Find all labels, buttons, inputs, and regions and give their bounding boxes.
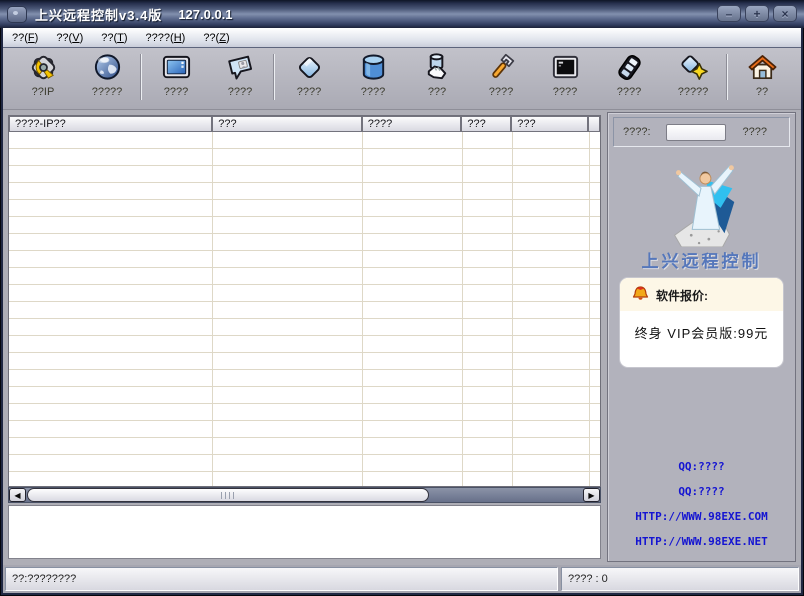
grid-line <box>589 132 590 486</box>
toolbar-button-home[interactable]: ?? <box>731 52 793 98</box>
toolbar-separator <box>274 54 275 100</box>
menu-file[interactable]: ??(F) <box>3 30 47 46</box>
toolbar-label: ??IP <box>32 86 55 98</box>
port-label: ????: <box>623 126 651 138</box>
chat-icon <box>224 52 257 83</box>
toolbar-button-chat[interactable]: ???? <box>209 52 271 98</box>
website-link-net[interactable]: HTTP://WWW.98EXE.NET <box>608 535 795 548</box>
price-header-row: 软件报价: <box>620 278 783 311</box>
website-link-com[interactable]: HTTP://WWW.98EXE.COM <box>608 510 795 523</box>
status-right: ???? : 0 <box>561 567 799 591</box>
toolbar-button-screen[interactable]: ???? <box>145 52 207 98</box>
menu-view[interactable]: ??(V) <box>47 30 92 46</box>
price-box: 软件报价: 终身 VIP会员版:99元 <box>619 277 784 368</box>
toolbar-button-uninstall[interactable]: ??? <box>406 52 468 98</box>
column-header-6[interactable] <box>588 116 600 132</box>
toolbar-button-ip[interactable]: ??IP <box>12 52 74 98</box>
column-header-2[interactable]: ??? <box>212 116 361 132</box>
qq-link-2[interactable]: QQ:???? <box>608 485 795 498</box>
app-icon <box>7 6 27 23</box>
hand-file-icon <box>421 52 454 83</box>
scroll-left-arrow-icon[interactable]: ◀ <box>9 488 26 502</box>
toolbar-button-services[interactable]: ????? <box>662 52 724 98</box>
screen-icon <box>160 52 193 83</box>
column-header-5[interactable]: ??? <box>511 116 588 132</box>
toolbar-separator <box>141 54 142 100</box>
statusbar: ??:???????? ???? : 0 <box>3 565 801 593</box>
menu-exit[interactable]: ??(Z) <box>194 30 238 46</box>
right-panel: ????: ???? <box>607 112 796 562</box>
toolbar-button-database[interactable]: ???? <box>342 52 404 98</box>
port-box: ????: ???? <box>613 117 790 147</box>
toolbar-label: ???? <box>228 86 252 98</box>
column-header-ip[interactable]: ????-IP?? <box>9 116 212 132</box>
toolbar-button-keyboard[interactable]: ???? <box>598 52 660 98</box>
scrollbar-thumb[interactable] <box>27 488 429 502</box>
globe-icon <box>91 52 124 83</box>
toolbar-label: ?? <box>756 86 768 98</box>
column-header-4[interactable]: ??? <box>461 116 511 132</box>
toolbar-label: ???? <box>297 86 321 98</box>
window-controls: – + × <box>717 5 797 22</box>
toolbar-button-settings[interactable]: ???? <box>470 52 532 98</box>
window-title: 上兴远程控制v3.4版 <box>35 5 162 24</box>
home-icon <box>746 52 779 83</box>
port-input[interactable] <box>666 124 726 141</box>
toolbar-label: ????? <box>678 86 709 98</box>
grid-line <box>212 132 213 486</box>
toolbar-label: ???? <box>553 86 577 98</box>
close-button[interactable]: × <box>773 5 797 22</box>
toolbar-button-online[interactable]: ????? <box>76 52 138 98</box>
client-table-body[interactable] <box>9 132 600 486</box>
gear-ip-icon <box>27 52 60 83</box>
minimize-button[interactable]: – <box>717 5 741 22</box>
toolbar-button-plugin[interactable]: ???? <box>278 52 340 98</box>
bell-icon <box>632 285 649 305</box>
app-body: ??(F) ??(V) ??(T) ????(H) ??(Z) ??IP <box>3 28 801 593</box>
scrollbar-grip <box>221 492 235 499</box>
toolbar-label: ???? <box>164 86 188 98</box>
log-panel <box>8 505 601 559</box>
toolbar-button-terminal[interactable]: ???? <box>534 52 596 98</box>
client-table: ????-IP?? ??? ???? ??? ??? <box>8 115 601 487</box>
links-block: QQ:???? QQ:???? HTTP://WWW.98EXE.COM HTT… <box>608 460 795 560</box>
window-title-ip: 127.0.0.1 <box>178 7 232 22</box>
price-header: 软件报价: <box>656 287 708 304</box>
titlebar: 上兴远程控制v3.4版 127.0.0.1 – + × <box>0 0 804 28</box>
mascot-image <box>608 157 795 247</box>
client-table-header: ????-IP?? ??? ???? ??? ??? <box>9 116 600 132</box>
wrench-icon <box>485 52 518 83</box>
main-area: ????-IP?? ??? ???? ??? ??? ◀ <box>3 110 801 565</box>
menubar: ??(F) ??(V) ??(T) ????(H) ??(Z) <box>3 28 801 48</box>
scroll-right-arrow-icon[interactable]: ▶ <box>583 488 600 502</box>
toolbar-label: ??? <box>428 86 446 98</box>
column-header-3[interactable]: ???? <box>362 116 462 132</box>
menu-help[interactable]: ????(H) <box>137 30 195 46</box>
terminal-icon <box>549 52 582 83</box>
logo-text: 上兴远程控制 <box>608 247 795 272</box>
maximize-button[interactable]: + <box>745 5 769 22</box>
grid-line <box>462 132 463 486</box>
toolbar-separator <box>727 54 728 100</box>
keypad-icon <box>613 52 646 83</box>
database-icon <box>357 52 390 83</box>
toolbar-label: ???? <box>617 86 641 98</box>
grid-line <box>512 132 513 486</box>
toolbar-label: ???? <box>489 86 513 98</box>
diamond-icon <box>293 52 326 83</box>
app-window: 上兴远程控制v3.4版 127.0.0.1 – + × ??(F) ??(V) … <box>0 0 804 596</box>
price-line: 终身 VIP会员版:99元 <box>620 323 783 342</box>
qq-link-1[interactable]: QQ:???? <box>608 460 795 473</box>
grid-line <box>362 132 363 486</box>
status-left: ??:???????? <box>5 567 558 591</box>
star-tile-icon <box>677 52 710 83</box>
horizontal-scrollbar[interactable]: ◀ ▶ <box>8 487 601 503</box>
port-apply-button[interactable]: ???? <box>743 126 767 138</box>
menu-tools[interactable]: ??(T) <box>92 30 136 46</box>
toolbar-label: ????? <box>92 86 123 98</box>
toolbar: ??IP ????? <box>3 48 801 110</box>
toolbar-label: ???? <box>361 86 385 98</box>
